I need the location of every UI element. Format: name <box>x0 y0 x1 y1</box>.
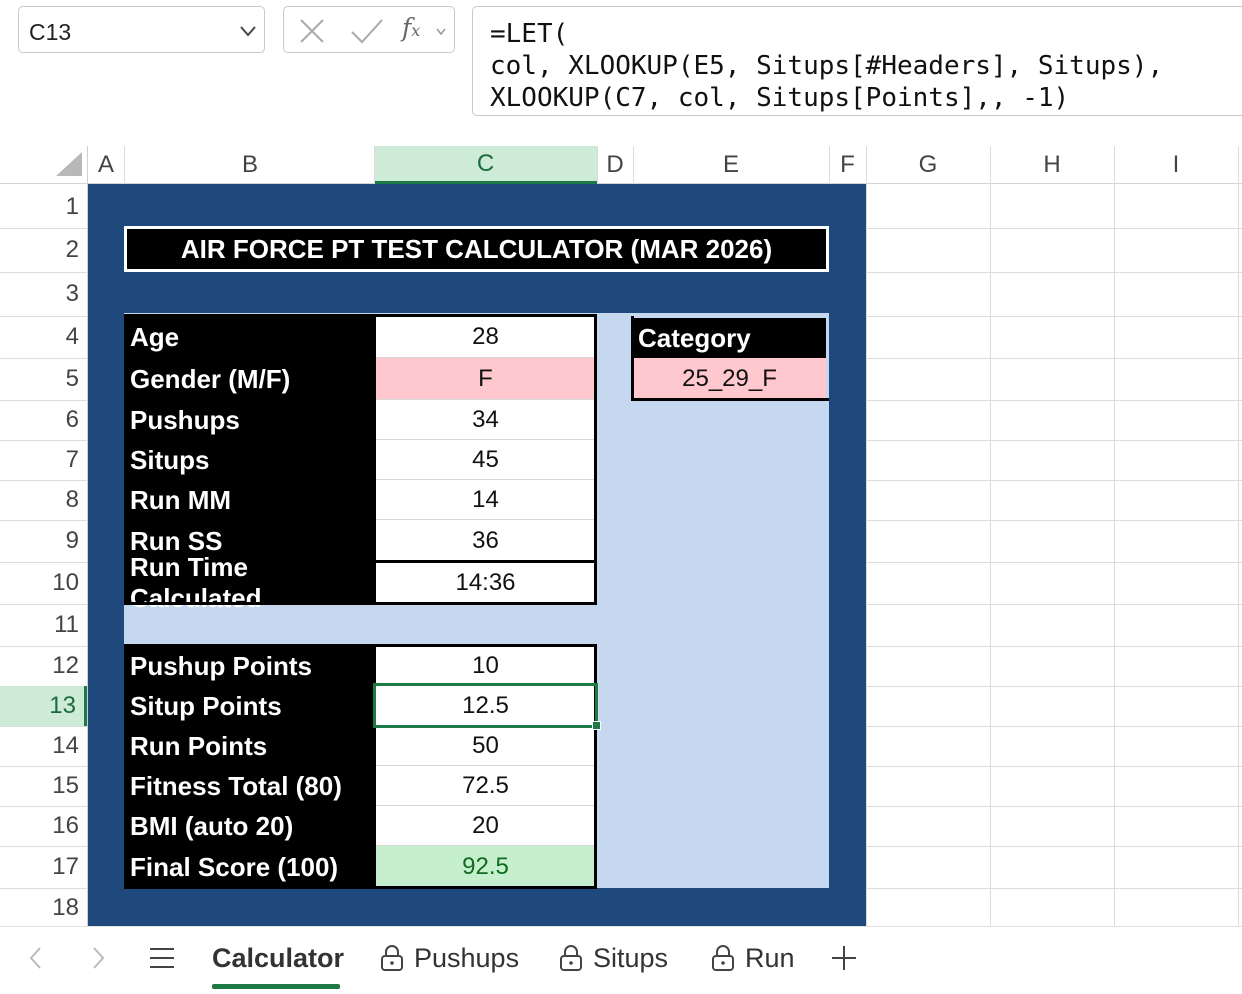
formula-line: XLOOKUP(C7, col, Situps[Points],, -1) <box>490 83 1070 113</box>
chevron-left-icon[interactable] <box>26 944 46 972</box>
category-label[interactable]: Category <box>633 318 826 358</box>
input-situps[interactable]: 45 <box>376 440 595 480</box>
lock-icon <box>381 945 403 971</box>
row-header-12[interactable]: 12 <box>0 646 87 686</box>
label-situp-points[interactable]: Situp Points <box>124 686 376 726</box>
lock-icon <box>560 945 582 971</box>
column-header-a[interactable]: A <box>88 146 124 184</box>
input-run-ss[interactable]: 36 <box>376 520 595 562</box>
tab-run[interactable]: Run <box>711 936 795 980</box>
formula-line: =LET( <box>490 19 569 49</box>
value-pushup-points[interactable]: 10 <box>376 646 595 686</box>
lock-icon <box>712 945 734 971</box>
column-header-h[interactable]: H <box>990 146 1114 184</box>
column-header-f[interactable]: F <box>829 146 866 184</box>
row-header-3[interactable]: 3 <box>0 272 87 316</box>
value-run-time[interactable]: 14:36 <box>376 562 595 604</box>
label-bmi[interactable]: BMI (auto 20) <box>124 806 376 846</box>
value-situp-points[interactable]: 12.5 <box>376 686 595 726</box>
row-header-13[interactable]: 13 <box>0 686 87 726</box>
label-gender[interactable]: Gender (M/F) <box>124 358 376 400</box>
formula-controls: fx <box>283 6 455 53</box>
column-header-g[interactable]: G <box>866 146 990 184</box>
grid-line <box>1114 146 1115 926</box>
row-header-9[interactable]: 9 <box>0 520 87 562</box>
row-header-17[interactable]: 17 <box>0 846 87 888</box>
column-header-c[interactable]: C <box>374 146 597 184</box>
tab-situps[interactable]: Situps <box>559 936 668 980</box>
cancel-icon[interactable] <box>298 17 326 45</box>
chevron-down-icon[interactable] <box>240 25 256 37</box>
formula-line: col, XLOOKUP(E5, Situps[#Headers], Situp… <box>490 51 1164 81</box>
category-border <box>631 316 634 401</box>
input-age[interactable]: 28 <box>376 316 595 358</box>
confirm-check-icon[interactable] <box>350 17 384 45</box>
insert-function-icon[interactable]: fx <box>402 13 420 42</box>
category-value[interactable]: 25_29_F <box>633 358 826 399</box>
row-header-14[interactable]: 14 <box>0 726 87 766</box>
column-header-b[interactable]: B <box>124 146 376 184</box>
column-header-e[interactable]: E <box>633 146 829 184</box>
value-fitness-total[interactable]: 72.5 <box>376 766 595 806</box>
label-fitness-total[interactable]: Fitness Total (80) <box>124 766 376 806</box>
chevron-down-icon[interactable] <box>436 28 446 36</box>
grid-line <box>866 146 867 926</box>
grid-line <box>990 146 991 926</box>
tab-calculator[interactable]: Calculator <box>212 936 344 980</box>
tab-label: Situps <box>593 942 669 973</box>
plus-icon[interactable] <box>830 944 858 972</box>
value-run-points[interactable]: 50 <box>376 726 595 766</box>
fx-subscript: x <box>411 21 421 40</box>
input-run-mm[interactable]: 14 <box>376 480 595 520</box>
name-box[interactable]: C13 <box>18 6 265 53</box>
menu-icon[interactable] <box>148 946 176 970</box>
select-all-icon[interactable] <box>56 152 82 176</box>
tab-label: Calculator <box>212 942 345 973</box>
column-header-d[interactable]: D <box>597 146 633 184</box>
row-header-7[interactable]: 7 <box>0 440 87 480</box>
grid-line <box>1238 146 1239 926</box>
row-header-18[interactable]: 18 <box>0 888 87 928</box>
tab-label: Pushups <box>414 942 520 973</box>
row-header-15[interactable]: 15 <box>0 766 87 806</box>
chevron-right-icon[interactable] <box>88 944 108 972</box>
label-final-score[interactable]: Final Score (100) <box>124 846 376 888</box>
label-pushups[interactable]: Pushups <box>124 400 376 440</box>
value-bmi[interactable]: 20 <box>376 806 595 846</box>
label-pushup-points[interactable]: Pushup Points <box>124 646 376 686</box>
row-header-4[interactable]: 4 <box>0 316 87 358</box>
row-header-5[interactable]: 5 <box>0 358 87 400</box>
input-gender[interactable]: F <box>376 358 595 400</box>
row-header-1[interactable]: 1 <box>0 186 87 228</box>
input-pushups[interactable]: 34 <box>376 400 595 440</box>
row-header-16[interactable]: 16 <box>0 806 87 846</box>
row-header-2[interactable]: 2 <box>0 228 87 272</box>
label-age[interactable]: Age <box>124 316 376 358</box>
label-run-points[interactable]: Run Points <box>124 726 376 766</box>
category-border <box>631 398 829 401</box>
fill-handle[interactable] <box>592 721 601 730</box>
tab-label: Run <box>745 942 795 973</box>
label-situps[interactable]: Situps <box>124 440 376 480</box>
label-run-time[interactable]: Run Time Calculated <box>124 552 376 613</box>
tab-pushups[interactable]: Pushups <box>380 936 519 980</box>
name-box-value: C13 <box>29 19 72 45</box>
row-header-8[interactable]: 8 <box>0 480 87 520</box>
row-header-11[interactable]: 11 <box>0 604 87 646</box>
active-tab-indicator <box>212 984 340 989</box>
row-header-10[interactable]: 10 <box>0 562 87 604</box>
calculator-title[interactable]: AIR FORCE PT TEST CALCULATOR (MAR 2026) <box>124 226 829 272</box>
label-run-mm[interactable]: Run MM <box>124 480 376 520</box>
formula-input[interactable]: =LET( col, XLOOKUP(E5, Situps[#Headers],… <box>472 6 1242 116</box>
value-final-score[interactable]: 92.5 <box>376 846 595 888</box>
fx-letter: f <box>402 13 412 42</box>
column-header-i[interactable]: I <box>1114 146 1238 184</box>
row-header-6[interactable]: 6 <box>0 400 87 440</box>
